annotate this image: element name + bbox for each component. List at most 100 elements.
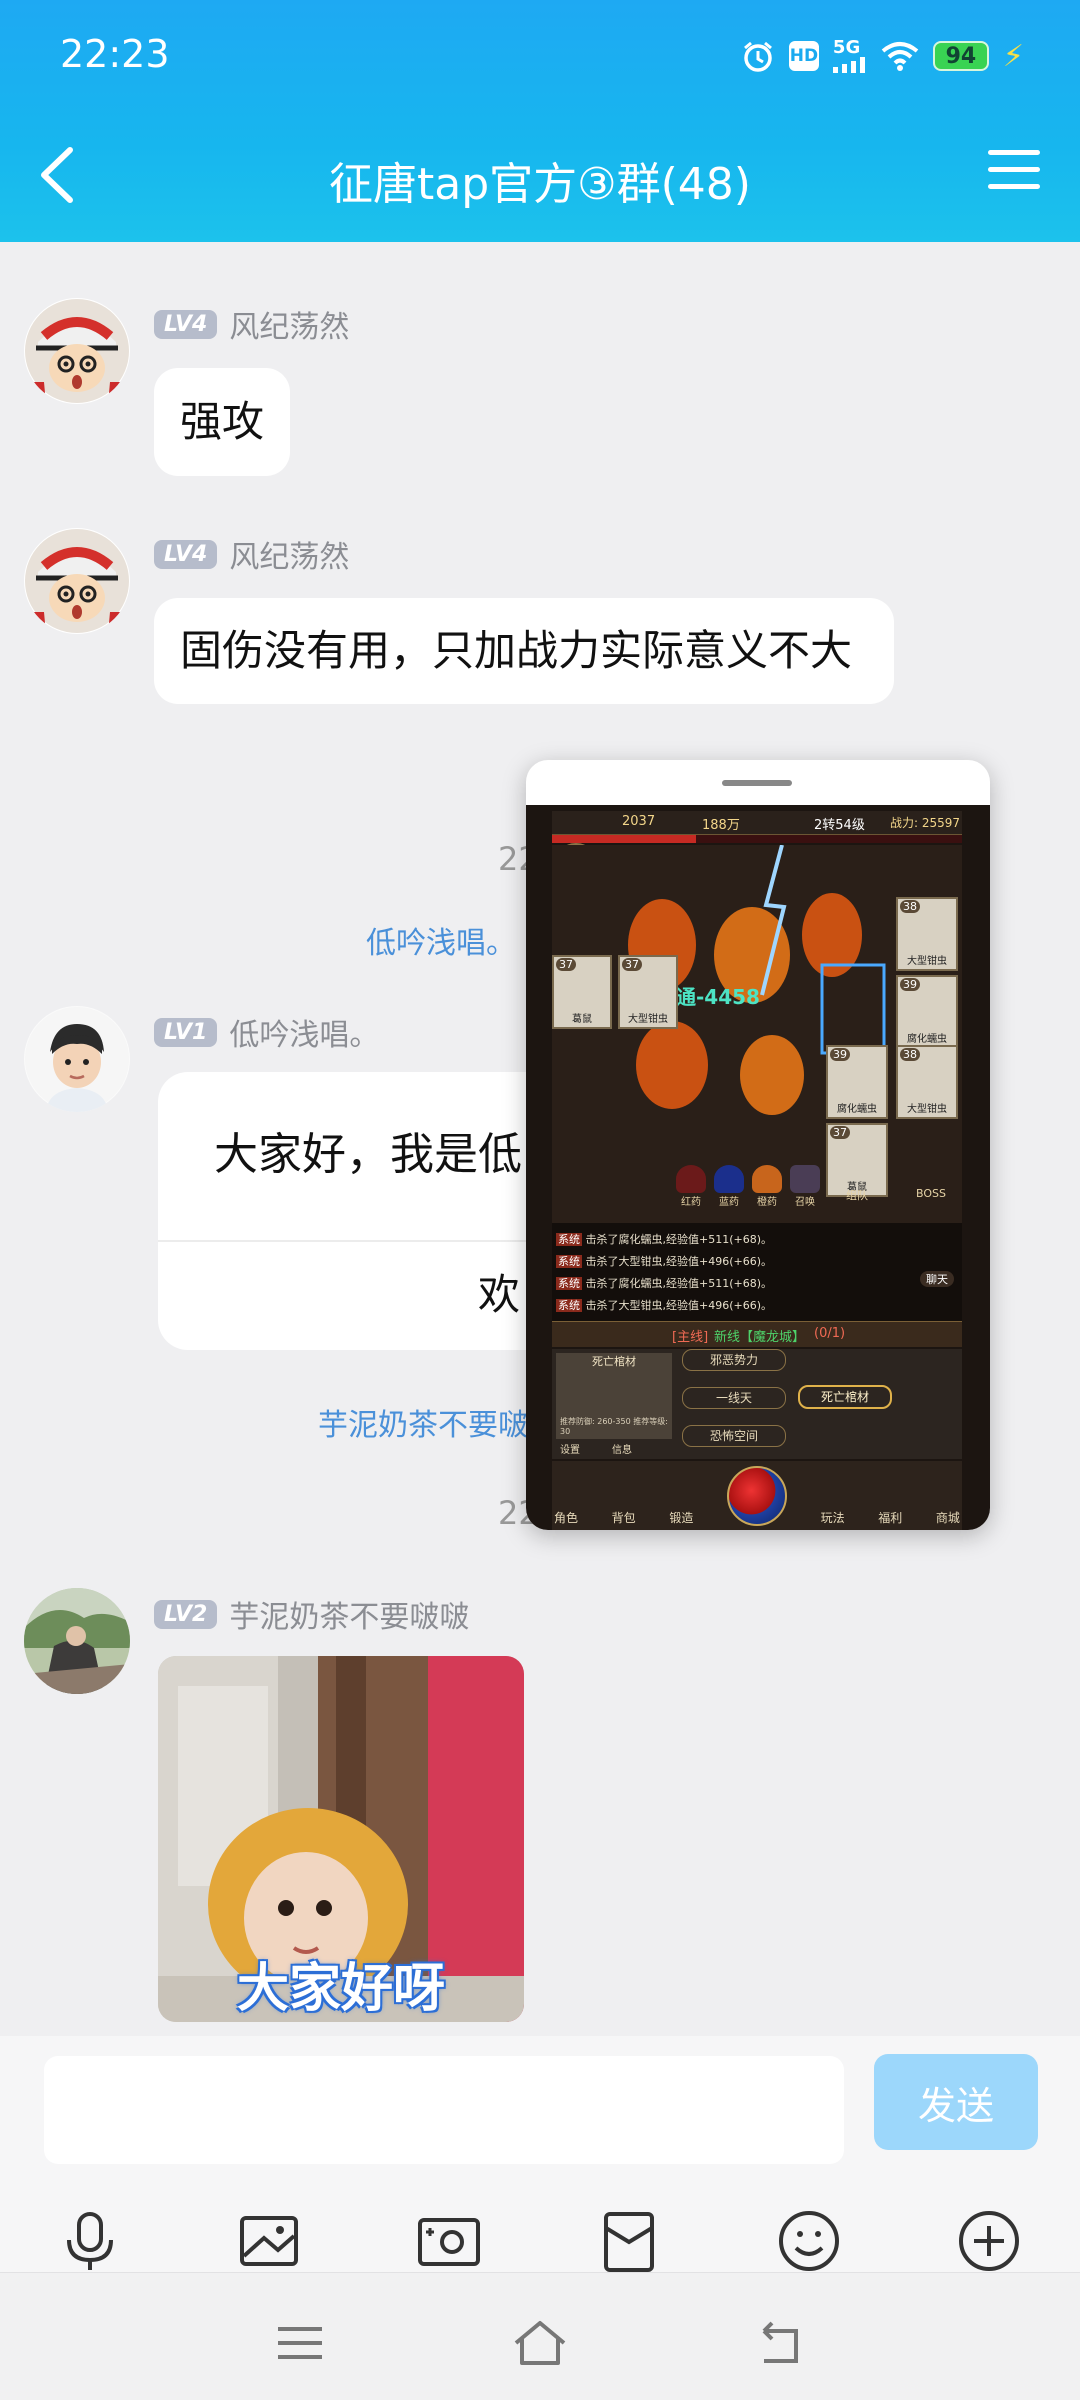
enemy-card[interactable]: 38 大型钳虫: [896, 1045, 958, 1119]
card-level: 39: [900, 978, 920, 991]
sender-name[interactable]: 芋泥奶茶不要啵啵: [229, 1592, 469, 1636]
map-node[interactable]: 一线天: [682, 1387, 786, 1409]
game-tab[interactable]: 福利: [878, 1509, 902, 1526]
image-icon[interactable]: [234, 2206, 304, 2276]
summon-icon: [790, 1165, 820, 1193]
map-node-current[interactable]: 死亡棺材: [798, 1385, 892, 1409]
orange-potion-icon: [752, 1165, 782, 1193]
enemy-card[interactable]: 37 大型钳虫: [618, 955, 678, 1029]
card-level: 37: [556, 958, 576, 971]
map-node[interactable]: 邪恶势力: [682, 1349, 786, 1371]
money-value: 188万: [702, 818, 740, 833]
message-bubble[interactable]: 强攻: [154, 368, 291, 476]
chat-button[interactable]: 聊天: [920, 1271, 954, 1287]
chat-title: 征唐tap官方③群(48): [329, 159, 751, 210]
level-badge: LV2: [154, 1599, 218, 1629]
card-level: 38: [900, 1048, 920, 1061]
card-name: 大型钳虫: [907, 956, 947, 967]
window-drag-handle[interactable]: [722, 780, 792, 786]
quest-progress: (0/1): [814, 1326, 846, 1341]
menu-bar: [988, 150, 1040, 155]
red-packet-icon[interactable]: [594, 2206, 664, 2276]
home-icon[interactable]: [510, 2313, 570, 2373]
sender-name[interactable]: 风纪荡然: [229, 532, 349, 576]
log-text: 击杀了腐化蠕虫,经验值+511(+68)。: [585, 1233, 773, 1246]
game-tab[interactable]: 背包: [612, 1509, 636, 1526]
message-meta: LV4 风纪荡然: [154, 302, 349, 346]
quest-tag: [主线]: [672, 1330, 709, 1345]
game-tab[interactable]: 玩法: [821, 1509, 845, 1526]
resource-bar: 2037 188万 2转54级 战力: 25597: [552, 811, 962, 835]
map-node[interactable]: 恐怖空间: [682, 1425, 786, 1447]
plus-icon[interactable]: [954, 2206, 1024, 2276]
sticker-image[interactable]: 大家好呀: [158, 1656, 524, 2022]
system-note[interactable]: 芋泥奶茶不要啵: [318, 1400, 528, 1444]
card-level: 38: [900, 900, 920, 913]
settings-button[interactable]: 设置: [560, 1441, 580, 1456]
enemy-card[interactable]: 37 葛鼠: [552, 955, 612, 1029]
input-area: 发送: [0, 2036, 1080, 2272]
sender-name[interactable]: 低吟浅唱。: [229, 1010, 379, 1054]
enemy-card[interactable]: 39 腐化蠕虫: [826, 1045, 888, 1119]
party-button[interactable]: 组队: [846, 1187, 868, 1203]
game-tab[interactable]: 角色: [554, 1509, 578, 1526]
enemy-card[interactable]: 38 大型钳虫: [896, 897, 958, 971]
map-thumbnail[interactable]: 死亡棺材 推荐防御: 260-350 推荐等级: 30: [556, 1353, 672, 1439]
card-action[interactable]: 欢: [478, 1268, 520, 1322]
message-meta: LV4 风纪荡然: [154, 532, 349, 576]
group-menu-button[interactable]: [988, 150, 1040, 198]
potion-label: 橙药: [757, 1197, 777, 1208]
game-screen[interactable]: 2037 188万 2转54级 战力: 25597 ✧ 普通-4458 37 葛…: [526, 805, 990, 1530]
enemy-card[interactable]: 37 葛鼠: [826, 1123, 888, 1197]
emoji-icon[interactable]: [774, 2206, 844, 2276]
potion-slot[interactable]: 橙药: [752, 1165, 782, 1208]
back-icon[interactable]: [750, 2313, 810, 2373]
potion-slot[interactable]: 蓝药: [714, 1165, 744, 1208]
avatar[interactable]: [24, 1006, 130, 1112]
enemy-card[interactable]: 39 腐化蠕虫: [896, 975, 958, 1049]
send-button[interactable]: 发送: [874, 2054, 1038, 2150]
system-nav-bar: [0, 2272, 1080, 2400]
alarm-icon: [741, 39, 775, 73]
boss-button[interactable]: BOSS: [916, 1187, 946, 1200]
status-icons: HD 5G 94 ⚡: [741, 34, 1024, 78]
log-tag: 系统: [556, 1299, 582, 1312]
potion-label: 蓝药: [719, 1197, 739, 1208]
wifi-icon: [881, 41, 919, 71]
menu-icon[interactable]: [270, 2313, 330, 2373]
hd-icon: HD: [788, 41, 819, 71]
quest-bar[interactable]: [主线] 新线【魔龙城】 (0/1): [552, 1321, 962, 1347]
message-input[interactable]: [44, 2056, 844, 2164]
sender-name[interactable]: 风纪荡然: [229, 302, 349, 346]
gold-value: 2037: [622, 814, 656, 829]
map-info: 推荐防御: 260-350 推荐等级: 30: [560, 1417, 668, 1436]
map-title: 死亡棺材: [592, 1355, 636, 1368]
message-bubble[interactable]: 固伤没有用，只加战力实际意义不大: [154, 598, 894, 704]
log-text: 击杀了大型钳虫,经验值+496(+66)。: [585, 1255, 773, 1268]
battle-log[interactable]: 系统 击杀了腐化蠕虫,经验值+511(+68)。 系统 击杀了大型钳虫,经验值+…: [552, 1223, 962, 1321]
card-name: 大型钳虫: [907, 1104, 947, 1115]
map-panel[interactable]: 死亡棺材 推荐防御: 260-350 推荐等级: 30 邪恶势力 一线天 死亡棺…: [552, 1349, 962, 1459]
stage-value: 2转54级: [814, 818, 865, 833]
avatar[interactable]: [24, 528, 130, 634]
avatar[interactable]: [24, 298, 130, 404]
status-time: 22:23: [60, 32, 170, 76]
system-note[interactable]: 低吟浅唱。: [366, 918, 516, 962]
message-meta: LV2 芋泥奶茶不要啵啵: [154, 1592, 469, 1636]
chat-header: 22:23 HD 5G 94 ⚡ 征唐tap官方③群(48): [0, 0, 1080, 242]
info-button[interactable]: 信息: [612, 1441, 632, 1456]
battery-icon: 94: [932, 41, 989, 71]
mic-icon[interactable]: [55, 2206, 125, 2276]
game-tab[interactable]: 商城: [936, 1509, 960, 1526]
game-tab[interactable]: 锻造: [669, 1509, 693, 1526]
avatar[interactable]: [24, 1588, 130, 1694]
network-type: 5G: [832, 37, 861, 58]
potion-slot[interactable]: 召唤: [790, 1165, 820, 1208]
floating-game-window[interactable]: 2037 188万 2转54级 战力: 25597 ✧ 普通-4458 37 葛…: [526, 760, 990, 1530]
main-orb-icon[interactable]: [726, 1466, 787, 1526]
log-text: 击杀了腐化蠕虫,经验值+511(+68)。: [585, 1277, 773, 1290]
potion-slot[interactable]: 红药: [676, 1165, 706, 1208]
log-line: 系统 击杀了大型钳虫,经验值+496(+66)。: [556, 1251, 958, 1273]
camera-icon[interactable]: [414, 2206, 484, 2276]
card-name: 腐化蠕虫: [907, 1034, 947, 1045]
